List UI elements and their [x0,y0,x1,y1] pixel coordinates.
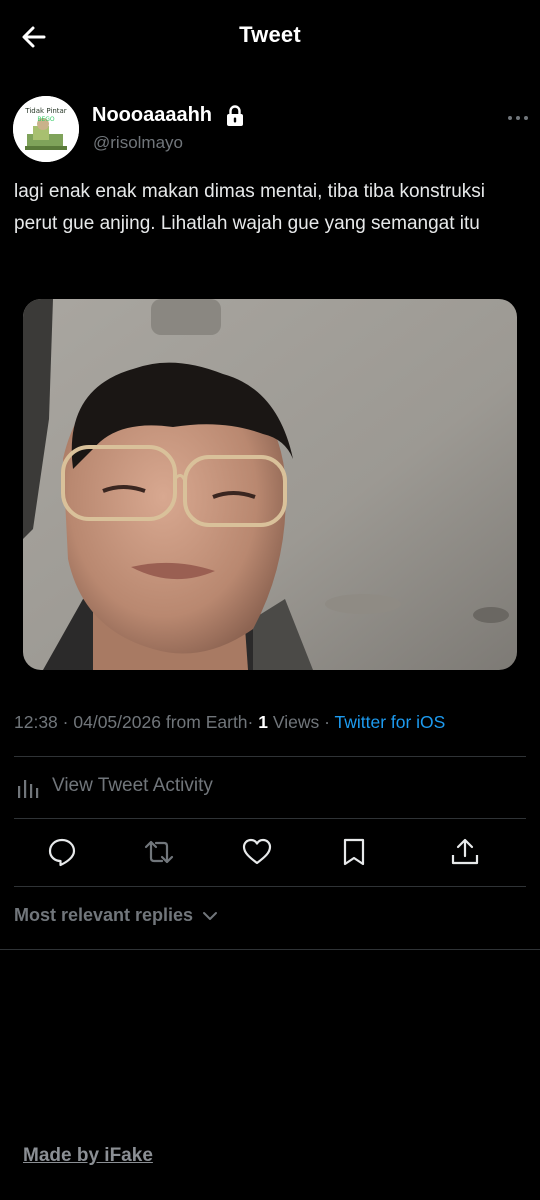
divider [14,886,526,887]
tweet-location: from Earth [165,712,248,732]
made-by-watermark[interactable]: Made by iFake [23,1145,153,1167]
lock-icon [227,105,243,126]
tweet-photo[interactable] [23,299,517,670]
section-divider [0,949,540,950]
replies-sort-button[interactable]: Most relevant replies [14,905,218,933]
divider [14,818,526,819]
bookmark-icon[interactable] [338,836,370,868]
top-bar: Tweet [0,0,540,72]
avatar-caption-sub: BEGO [37,116,55,123]
separator: · [324,712,330,732]
view-tweet-activity-label: View Tweet Activity [52,775,213,796]
tweet-date: 04/05/2026 [73,712,161,732]
share-icon[interactable] [449,836,481,868]
view-tweet-activity-button[interactable]: View Tweet Activity [14,764,526,810]
separator: · [247,712,254,732]
replies-sort-label: Most relevant replies [14,905,194,925]
retweet-icon[interactable] [143,836,175,868]
tweet-text: lagi enak enak makan dimas mentai, tiba … [14,181,486,234]
avatar-caption: Tidak Pintar [25,107,67,115]
avatar-image [13,96,79,162]
separator: · [62,712,69,732]
tweet-time: 12:38 [14,712,58,732]
divider [14,756,526,757]
avatar[interactable]: Tidak Pintar BEGO [13,96,79,162]
chevron-down-icon [202,911,217,920]
reply-bubble-icon[interactable] [46,836,78,868]
page-title: Tweet [239,22,301,47]
views-label[interactable]: Views [273,712,319,732]
tweet-meta: 12:38 · 04/05/2026 from Earth· 1 Views ·… [14,712,445,733]
tweet-source-link[interactable]: Twitter for iOS [334,712,445,732]
more-options-icon[interactable] [506,110,530,126]
author-display-name[interactable]: Noooaaaahh [92,104,212,127]
author-handle[interactable]: @risolmayo [93,133,183,153]
heart-icon[interactable] [241,836,273,868]
analytics-bars-icon [18,780,39,798]
selfie-photo [23,299,517,670]
views-count[interactable]: 1 [258,712,268,732]
